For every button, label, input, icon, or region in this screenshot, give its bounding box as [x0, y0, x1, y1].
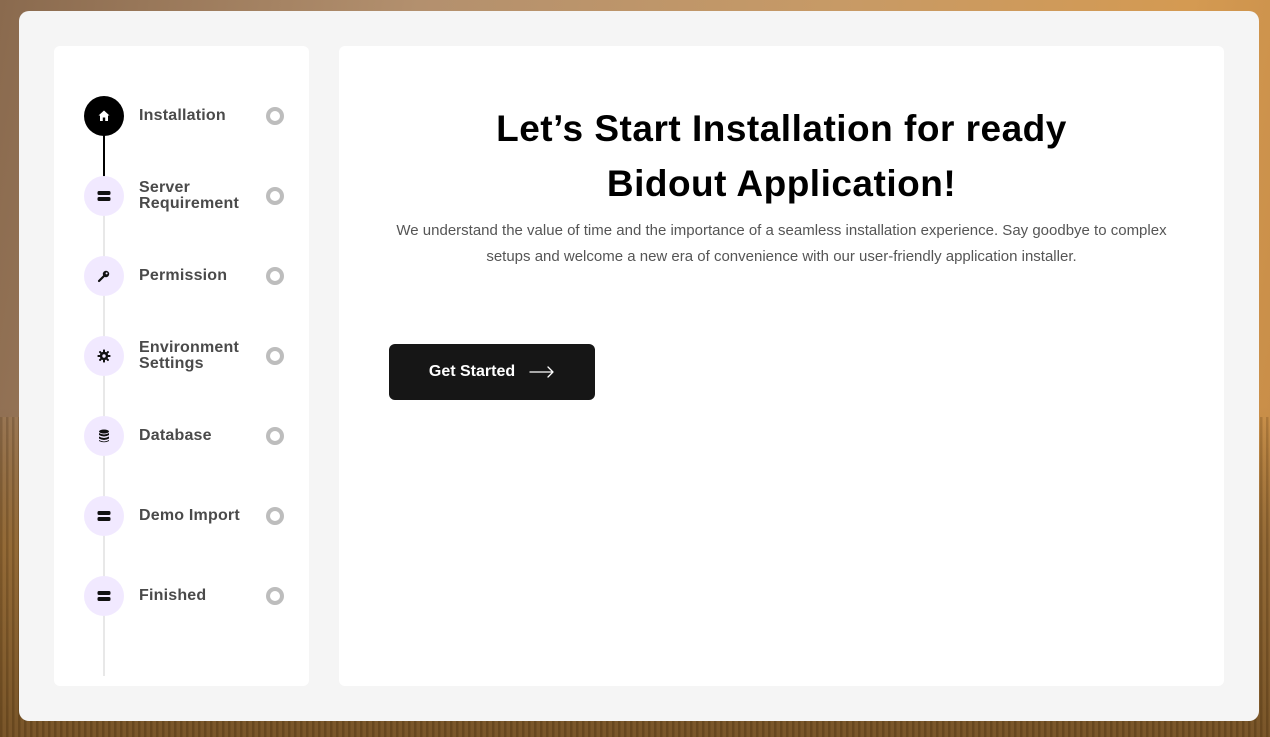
- steps-sidebar: Installation Server Requirement Permissi…: [54, 46, 309, 686]
- step-label: Installation: [139, 107, 226, 124]
- step-label: Finished: [139, 587, 207, 604]
- title-line-2: Bidout Application!: [606, 163, 957, 204]
- step-status-radio: [266, 507, 284, 525]
- step-environment-settings[interactable]: Environment Settings: [84, 336, 284, 376]
- server-icon: [84, 496, 124, 536]
- gear-icon: [84, 336, 124, 376]
- get-started-label: Get Started: [428, 363, 516, 380]
- page-title: Let’s Start Installation for ready Bidou…: [389, 101, 1174, 211]
- step-label: Environment Settings: [139, 339, 239, 372]
- step-status-radio: [266, 427, 284, 445]
- step-status-radio: [266, 187, 284, 205]
- database-icon: [84, 416, 124, 456]
- get-started-button[interactable]: Get Started: [389, 344, 595, 400]
- installer-card: Installation Server Requirement Permissi…: [19, 11, 1259, 721]
- server-icon: [84, 576, 124, 616]
- step-label: Demo Import: [139, 507, 240, 524]
- step-status-radio: [266, 587, 284, 605]
- step-status-radio: [266, 267, 284, 285]
- step-status-radio: [266, 347, 284, 365]
- server-icon: [84, 176, 124, 216]
- arrow-right-icon: [529, 366, 555, 378]
- step-label: Database: [139, 427, 212, 444]
- step-installation[interactable]: Installation: [84, 96, 284, 136]
- main-panel: Let’s Start Installation for ready Bidou…: [339, 46, 1224, 686]
- home-icon: [84, 96, 124, 136]
- step-server-requirement[interactable]: Server Requirement: [84, 176, 284, 216]
- step-demo-import[interactable]: Demo Import: [84, 496, 284, 536]
- step-label: Permission: [139, 267, 228, 284]
- page-description: We understand the value of time and the …: [396, 222, 1167, 265]
- key-icon: [84, 256, 124, 296]
- title-line-1: Let’s Start Installation for ready: [496, 108, 1067, 149]
- step-label: Server Requirement: [139, 179, 239, 212]
- step-permission[interactable]: Permission: [84, 256, 284, 296]
- step-database[interactable]: Database: [84, 416, 284, 456]
- step-finished[interactable]: Finished: [84, 576, 284, 616]
- step-status-radio: [266, 107, 284, 125]
